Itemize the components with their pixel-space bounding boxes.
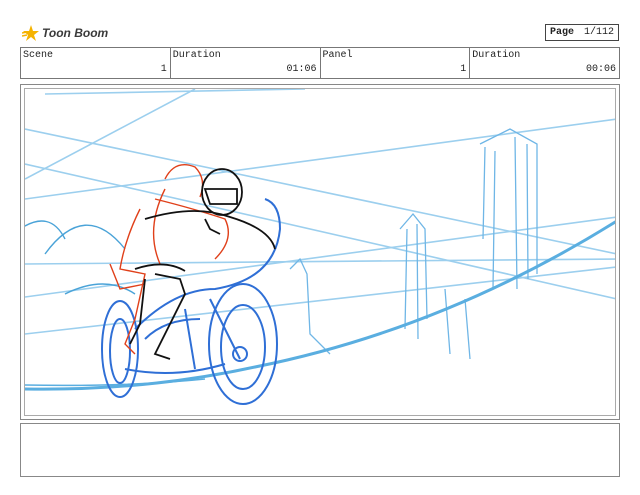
logo-star-icon	[22, 25, 39, 41]
panel-info-table: Scene 1 Duration 01:06 Panel 1 Duration …	[20, 47, 620, 79]
scene-duration-label: Duration	[172, 50, 221, 61]
panel-duration-cell: Duration 00:06	[470, 48, 619, 78]
brand-name: Toon Boom	[42, 26, 109, 40]
scene-duration-value: 01:06	[286, 64, 317, 75]
page-number: 1/112	[583, 27, 614, 38]
arches	[25, 220, 136, 295]
panel-duration-value: 00:06	[585, 64, 616, 75]
page-indicator: Page 1/112	[545, 24, 619, 41]
panel-sketch	[25, 89, 615, 405]
scene-duration-cell: Duration 01:06	[171, 48, 321, 78]
page-label: Page	[550, 27, 575, 38]
storyboard-frame	[20, 84, 620, 420]
toon-boom-logo: Toon Boom	[22, 22, 108, 44]
scene-value: 1	[160, 64, 167, 75]
scene-cell: Scene 1	[21, 48, 171, 78]
panel-cell: Panel 1	[321, 48, 471, 78]
rider-outline	[129, 168, 276, 360]
panel-duration-label: Duration	[472, 50, 521, 61]
motorcycle	[101, 198, 282, 405]
panel-value: 1	[460, 64, 467, 75]
scene-label: Scene	[23, 50, 54, 61]
panel-label: Panel	[322, 50, 353, 61]
panel-image-area	[24, 88, 616, 416]
notes-box	[20, 423, 620, 477]
